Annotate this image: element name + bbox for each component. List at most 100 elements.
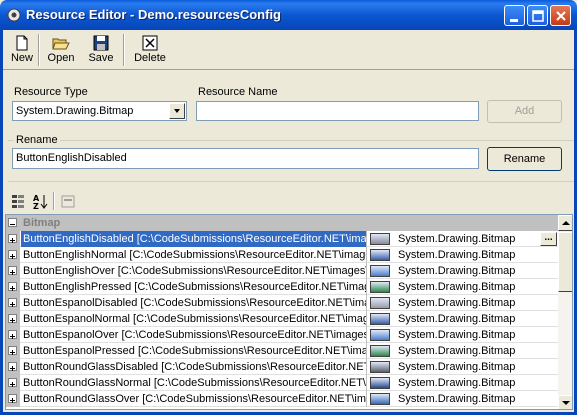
resource-name-cell[interactable]: ButtonEnglishOver [C:\CodeSubmissions\Re… [21,263,367,279]
row-gutter [6,375,20,391]
resource-name-cell[interactable]: ButtonRoundGlassDisabled [C:\CodeSubmiss… [21,359,367,375]
rename-input[interactable]: ButtonEnglishDisabled [12,148,479,169]
resource-type-select[interactable]: System.Drawing.Bitmap [12,101,187,121]
rename-value: ButtonEnglishDisabled [16,152,127,164]
resource-name-cell[interactable]: ButtonEspanolNormal [C:\CodeSubmissions\… [21,311,367,327]
resource-type-cell: System.Drawing.Bitmap [398,249,516,261]
alphabetical-button[interactable]: A Z [30,192,50,211]
resource-type-cell: System.Drawing.Bitmap [398,281,516,293]
resource-name-cell[interactable]: ButtonEspanolDisabled [C:\CodeSubmission… [21,295,367,311]
title-bar[interactable]: Resource Editor - Demo.resourcesConfig [0,0,577,30]
expand-toggle[interactable] [8,314,17,323]
open-folder-icon [52,38,70,50]
open-label: Open [47,52,75,64]
grid-row[interactable]: ButtonEnglishDisabled [C:\CodeSubmission… [6,231,558,247]
maximize-button[interactable] [527,5,548,26]
collapse-toggle[interactable] [8,218,17,227]
bitmap-thumbnail [370,233,390,245]
bitmap-thumbnail [370,393,390,405]
chevron-down-icon [174,109,180,113]
grid-row[interactable]: ButtonEnglishPressed [C:\CodeSubmissions… [6,279,558,295]
expand-toggle[interactable] [8,394,17,403]
resource-name-cell[interactable]: ButtonEnglishDisabled [C:\CodeSubmission… [21,231,367,247]
edit-value-button[interactable]: ... [540,232,557,246]
open-button[interactable]: Open [45,33,77,67]
plus-icon [10,270,15,275]
window-frame-left [0,30,3,415]
resource-type-label: Resource Type [14,86,88,98]
plus-icon [10,286,15,291]
plus-icon [10,350,15,355]
add-button[interactable]: Add [487,100,562,123]
plus-icon [10,382,15,387]
new-button[interactable]: New [8,33,36,67]
grid-row[interactable]: ButtonRoundGlassDisabled [C:\CodeSubmiss… [6,359,558,375]
dropdown-arrow-button[interactable] [169,103,185,119]
grid-row[interactable]: ButtonEnglishNormal [C:\CodeSubmissions\… [6,247,558,263]
delete-button[interactable]: Delete [130,33,170,67]
row-gutter [6,391,20,407]
row-gutter [6,343,20,359]
new-label: New [10,52,33,64]
expand-toggle[interactable] [8,346,17,355]
plus-icon [10,398,15,403]
pg-toolbar-separator [53,192,55,210]
resource-name-label: Resource Name [198,86,278,98]
expand-toggle[interactable] [8,266,17,275]
categorized-button[interactable] [8,192,28,211]
expand-toggle[interactable] [8,378,17,387]
scroll-down-button[interactable] [558,395,572,409]
grid-row[interactable]: ButtonEspanolDisabled [C:\CodeSubmission… [6,295,558,311]
category-label: Bitmap [23,217,61,229]
grid-row[interactable]: ButtonRoundGlassNormal [C:\CodeSubmissio… [6,375,558,391]
grid-row[interactable]: ButtonEspanolPressed [C:\CodeSubmissions… [6,343,558,359]
rename-button[interactable]: Rename [487,147,562,171]
toolbar: New Open Save Delete [3,30,574,70]
expand-toggle[interactable] [8,298,17,307]
property-grid[interactable]: Bitmap ButtonEnglishDisabled [C:\CodeSub… [5,214,573,410]
grid-row[interactable]: ButtonRoundGlassOver [C:\CodeSubmissions… [6,391,558,407]
save-button[interactable]: Save [84,33,118,67]
resource-name-cell[interactable]: ButtonRoundGlassNormal [C:\CodeSubmissio… [21,375,367,391]
plus-icon [10,238,15,243]
resource-name-cell[interactable]: ButtonEspanolPressed [C:\CodeSubmissions… [21,343,367,359]
svg-text:Z: Z [33,202,39,211]
bitmap-thumbnail [370,329,390,341]
resource-name-cell[interactable]: ButtonEnglishNormal [C:\CodeSubmissions\… [21,247,367,263]
resource-type-cell: System.Drawing.Bitmap [398,265,516,277]
property-pages-icon [61,195,75,208]
vertical-scrollbar[interactable] [558,215,572,409]
bitmap-thumbnail [370,377,390,389]
scrollbar-thumb[interactable] [558,232,572,292]
close-button[interactable] [550,5,571,26]
resource-type-cell: System.Drawing.Bitmap [398,313,516,325]
category-row[interactable]: Bitmap [6,215,558,231]
toolbar-separator [123,34,125,66]
toolbar-separator [38,34,40,66]
resource-name-cell[interactable]: ButtonEspanolOver [C:\CodeSubmissions\Re… [21,327,367,343]
row-gutter [6,231,20,247]
expand-toggle[interactable] [8,234,17,243]
expand-toggle[interactable] [8,330,17,339]
property-pages-button[interactable] [58,192,78,211]
save-label: Save [88,52,114,64]
maximize-icon [532,10,544,22]
row-gutter [6,263,20,279]
minimize-button[interactable] [504,5,525,26]
resource-type-cell: System.Drawing.Bitmap [398,297,516,309]
plus-icon [10,254,15,259]
grid-row[interactable]: ButtonEspanolOver [C:\CodeSubmissions\Re… [6,327,558,343]
plus-icon [10,302,15,307]
resource-type-cell: System.Drawing.Bitmap [398,361,516,373]
expand-toggle[interactable] [8,362,17,371]
row-gutter [6,327,20,343]
expand-toggle[interactable] [8,282,17,291]
expand-toggle[interactable] [8,250,17,259]
scroll-up-button[interactable] [558,215,572,231]
resource-type-cell: System.Drawing.Bitmap [398,377,516,389]
grid-row[interactable]: ButtonEnglishOver [C:\CodeSubmissions\Re… [6,263,558,279]
resource-name-cell[interactable]: ButtonRoundGlassOver [C:\CodeSubmissions… [21,391,367,407]
grid-row[interactable]: ButtonEspanolNormal [C:\CodeSubmissions\… [6,311,558,327]
resource-name-cell[interactable]: ButtonEnglishPressed [C:\CodeSubmissions… [21,279,367,295]
resource-name-input[interactable] [196,101,479,121]
